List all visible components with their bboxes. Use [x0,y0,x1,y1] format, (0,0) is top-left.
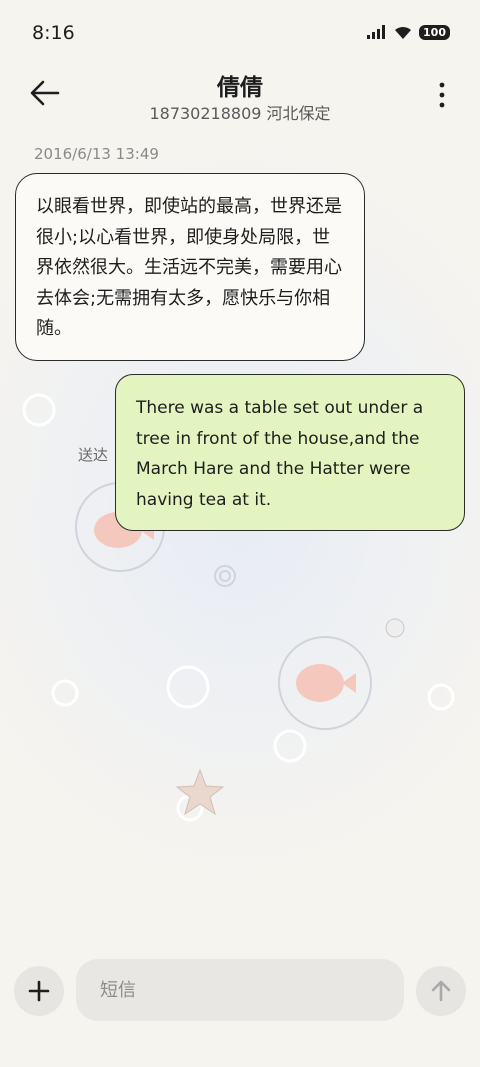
more-button[interactable] [434,80,450,112]
plus-icon [28,980,50,1002]
incoming-message-text: 以眼看世界，即使站的最高，世界还是很小;以心看世界，即使身处局限，世界依然很大。… [36,196,342,339]
battery-icon: 100 [419,24,450,40]
incoming-message-bubble[interactable]: 以眼看世界，即使站的最高，世界还是很小;以心看世界，即使身处局限，世界依然很大。… [15,173,365,361]
conversation-header: 倩倩 18730218809 河北保定 [0,60,480,130]
message-input[interactable] [76,959,404,1021]
send-button[interactable] [416,966,466,1016]
more-vertical-icon [439,82,445,108]
outgoing-message-text: There was a table set out under a tree i… [136,398,424,510]
delivery-status: 送达 [78,446,109,464]
arrow-up-icon [431,980,451,1002]
outgoing-message-bubble[interactable]: There was a table set out under a tree i… [115,374,465,531]
signal-icon [367,25,386,39]
status-icons: 100 [367,24,450,40]
contact-name: 倩倩 [217,75,263,101]
add-attachment-button[interactable] [14,966,64,1016]
message-timestamp: 2016/6/13 13:49 [34,145,159,163]
wifi-icon [395,26,412,39]
status-time: 8:16 [32,22,75,44]
status-bar: 8:16 100 [0,0,480,66]
contact-detail: 18730218809 河北保定 [149,104,331,123]
